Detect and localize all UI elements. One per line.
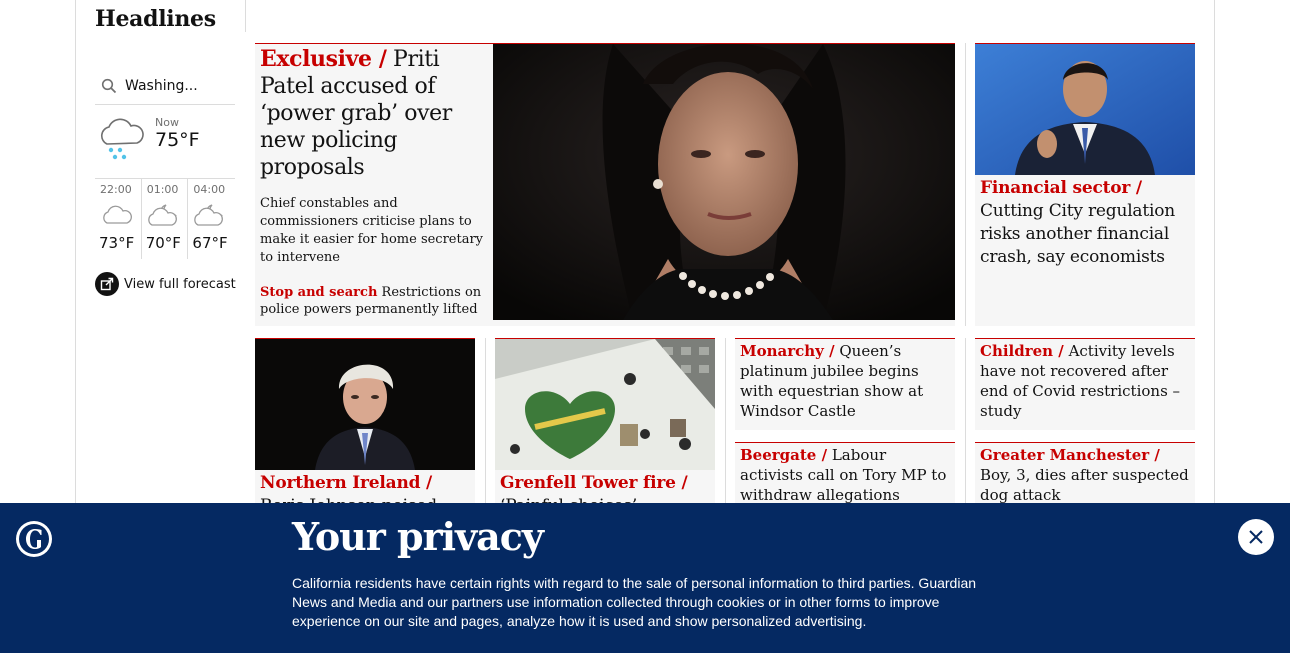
forecast-time: 01:00 — [146, 183, 179, 196]
partly-cloudy-night-icon — [194, 204, 224, 226]
forecast-temp: 70°F — [145, 234, 181, 252]
financial-story-title: Cutting City regulation risks another fi… — [980, 201, 1176, 267]
close-icon — [1249, 530, 1263, 544]
view-full-forecast-link[interactable]: View full forecast — [95, 272, 236, 296]
forecast-time: 22:00 — [100, 183, 132, 196]
divider — [725, 338, 726, 508]
main-story-sublink[interactable]: Stop and search Restrictions on police p… — [260, 284, 488, 318]
beergate-story-headline[interactable]: Beergate / Labour activists call on Tory… — [735, 443, 955, 507]
forecast-temp: 67°F — [192, 234, 228, 252]
sublink-kicker: Stop and search — [260, 285, 378, 300]
beergate-story-card[interactable]: Beergate / Labour activists call on Tory… — [735, 442, 955, 508]
grenfell-kicker: Grenfell Tower fire / — [500, 473, 688, 493]
forecast-temp: 73°F — [99, 234, 135, 252]
manchester-title: Boy, 3, dies after suspected dog attack — [980, 466, 1189, 504]
divider — [245, 0, 246, 32]
manchester-story-card[interactable]: Greater Manchester / Boy, 3, dies after … — [975, 442, 1195, 508]
privacy-body: California residents have certain rights… — [292, 575, 977, 629]
full-forecast-label: View full forecast — [124, 276, 236, 292]
monarchy-story-card[interactable]: Monarchy / Queen’s platinum jubilee begi… — [735, 338, 955, 430]
section-title: Headlines — [95, 6, 216, 32]
divider — [485, 338, 486, 508]
main-story-kicker: Exclusive / — [260, 46, 387, 72]
weather-now-label: Now — [155, 116, 179, 129]
search-icon — [101, 78, 117, 94]
guardian-logo-icon — [16, 521, 52, 557]
main-story-headline[interactable]: Exclusive / Priti Patel accused of ‘powe… — [260, 46, 488, 181]
northern-ireland-kicker: Northern Ireland / — [260, 473, 433, 493]
manchester-story-headline[interactable]: Greater Manchester / Boy, 3, dies after … — [975, 443, 1195, 507]
children-story-card[interactable]: Children / Activity levels have not reco… — [975, 338, 1195, 430]
grenfell-story-card[interactable]: Grenfell Tower fire / ‘Painful choices’ — [495, 338, 715, 516]
main-story-text: Exclusive / Priti Patel accused of ‘powe… — [260, 46, 488, 267]
partly-cloudy-night-icon — [147, 204, 177, 226]
cloudy-night-icon — [103, 205, 132, 224]
financial-story-photo[interactable] — [975, 44, 1195, 175]
close-button[interactable] — [1238, 519, 1274, 555]
divider — [965, 338, 966, 508]
divider — [965, 43, 966, 326]
forecast-time: 04:00 — [193, 183, 226, 196]
forecast-item: 04:00 67°F — [188, 179, 235, 259]
financial-story-card[interactable]: Financial sector / Cutting City regulati… — [975, 43, 1195, 326]
main-story-card[interactable]: Exclusive / Priti Patel accused of ‘powe… — [255, 43, 955, 326]
weather-now: Now 75°F — [95, 112, 235, 178]
grenfell-story-photo[interactable] — [495, 339, 715, 470]
northern-ireland-story-card[interactable]: Northern Ireland / Boris Johnson poised — [255, 338, 475, 516]
weather-location: Washing... — [125, 78, 198, 94]
main-story-photo[interactable] — [493, 44, 955, 320]
forecast-item: 22:00 73°F — [95, 179, 142, 259]
external-link-icon — [95, 272, 119, 296]
privacy-banner: Your privacy California residents have c… — [0, 503, 1290, 653]
beergate-kicker: Beergate / — [740, 446, 828, 464]
monarchy-kicker: Monarchy / — [740, 342, 835, 360]
financial-story-headline[interactable]: Financial sector / Cutting City regulati… — [975, 175, 1195, 271]
financial-story-kicker: Financial sector / — [980, 178, 1142, 198]
weather-now-temp: 75°F — [155, 129, 200, 151]
weather-location-search[interactable]: Washing... — [95, 68, 235, 105]
children-story-headline[interactable]: Children / Activity levels have not reco… — [975, 339, 1195, 423]
forecast-item: 01:00 70°F — [142, 179, 189, 259]
rain-cloud-icon — [101, 118, 144, 160]
children-kicker: Children / — [980, 342, 1064, 360]
monarchy-story-headline[interactable]: Monarchy / Queen’s platinum jubilee begi… — [735, 339, 955, 423]
manchester-kicker: Greater Manchester / — [980, 446, 1160, 464]
main-story-standfirst: Chief constables and commissioners criti… — [260, 196, 484, 265]
northern-ireland-story-photo[interactable] — [255, 339, 475, 470]
privacy-title: Your privacy — [292, 514, 544, 559]
weather-forecast: 22:00 73°F 01:00 70°F 04:00 67°F — [95, 178, 235, 259]
